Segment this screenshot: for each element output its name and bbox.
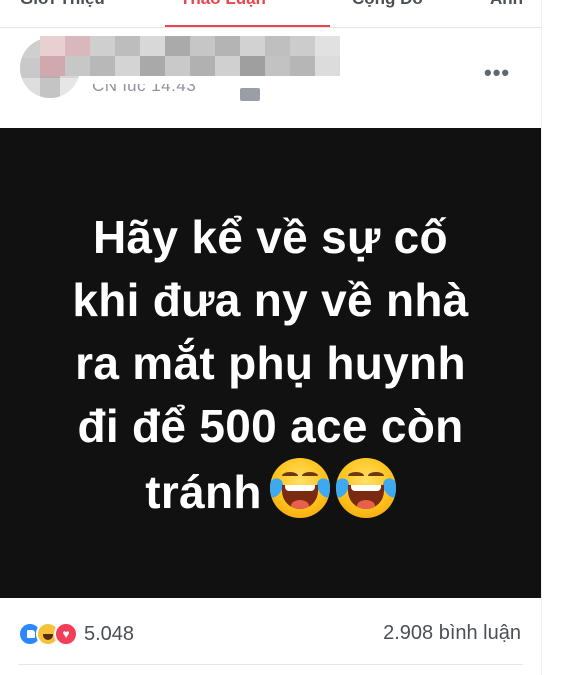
tab-bar: Giới Thiệu Thảo Luận Cộng Đồ Ảnh [0, 0, 541, 28]
emoji-row [269, 458, 396, 518]
tab-photos[interactable]: Ảnh [490, 0, 523, 9]
post-image-text: Hãy kể về sự cố khi đưa ny về nhà ra mắt… [40, 206, 501, 524]
laugh-cry-emoji [335, 458, 396, 518]
tab-community[interactable]: Cộng Đồ [352, 0, 423, 9]
reaction-count: 5.048 [84, 622, 135, 645]
comment-count-link[interactable]: 2.908 bình luận [383, 622, 521, 645]
post-timestamp[interactable]: CN lúc 14:43 [92, 84, 196, 100]
tab-about[interactable]: Giới Thiệu [20, 0, 105, 9]
laugh-cry-emoji [269, 458, 330, 518]
facebook-post-screen: Giới Thiệu Thảo Luận Cộng Đồ Ảnh CN lúc … [0, 0, 561, 675]
post-footer: 5.048 2.908 bình luận [0, 598, 541, 675]
blurred-author-name[interactable] [40, 36, 340, 76]
globe-icon [240, 88, 260, 101]
more-options-icon[interactable]: ••• [484, 62, 516, 88]
post-text-line-last: tránh [40, 458, 501, 524]
post-image[interactable]: Hãy kể về sự cố khi đưa ny về nhà ra mắt… [0, 128, 541, 598]
post-header: CN lúc 14:43 ••• [0, 28, 541, 128]
love-reaction-icon [54, 622, 78, 646]
post-text-line: tránh [145, 466, 262, 518]
reactions-summary[interactable]: 5.048 [18, 622, 134, 646]
tab-discussion[interactable]: Thảo Luận [180, 0, 266, 9]
divider [18, 664, 523, 665]
post-text-line: Hãy kể về sự cố [93, 211, 448, 263]
post-text-line: đi để 500 ace còn [77, 400, 464, 452]
post-text-line: ra mắt phụ huynh [75, 337, 466, 389]
post-text-line: khi đưa ny về nhà [72, 274, 469, 326]
